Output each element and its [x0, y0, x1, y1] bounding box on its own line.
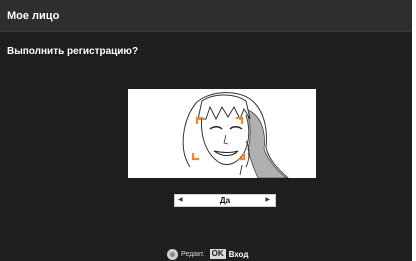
screen: Мое лицо Выполнить регистрацию? ◀ Да ▶ Р…: [0, 0, 414, 261]
selector-value: Да: [219, 196, 231, 205]
page-title: Мое лицо: [0, 0, 412, 32]
right-arrow-icon[interactable]: ▶: [265, 195, 270, 206]
footer-hint: Редакт. OK Вход: [167, 248, 248, 260]
yes-no-selector[interactable]: ◀ Да ▶: [174, 194, 276, 207]
face-illustration: [182, 92, 289, 178]
ok-button-badge[interactable]: OK: [209, 249, 226, 259]
face-preview: [128, 89, 316, 178]
dpad-icon: [167, 248, 178, 260]
enter-hint-label: Вход: [228, 249, 249, 259]
edit-hint-label: Редакт.: [181, 250, 205, 258]
registration-question: Выполнить регистрацию?: [7, 46, 139, 57]
